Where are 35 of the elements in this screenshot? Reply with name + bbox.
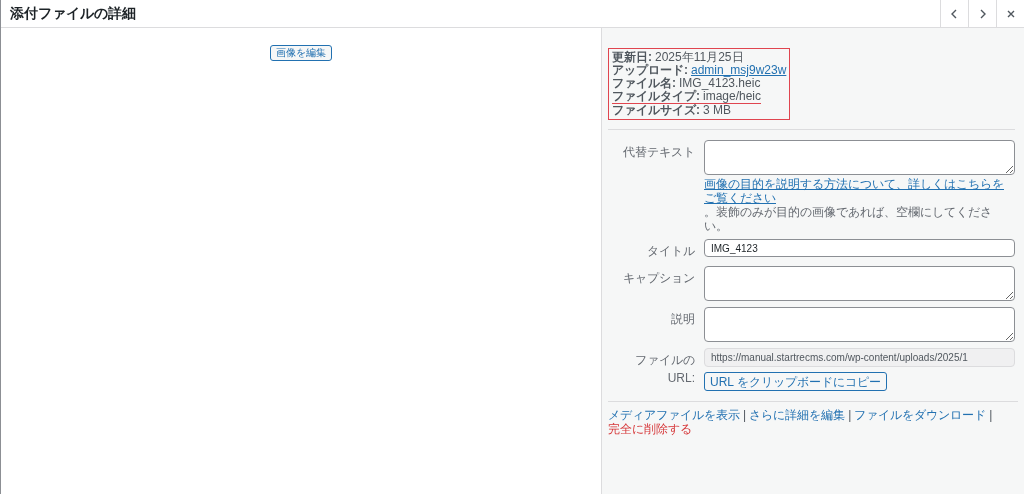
close-icon: [1006, 8, 1015, 19]
text-area[interactable]: [704, 307, 1015, 342]
info-value: 3 MB: [703, 104, 731, 117]
info-value: image/heic: [703, 90, 762, 103]
chevron-left-icon: [950, 8, 959, 19]
separator: |: [743, 408, 747, 422]
url-field[interactable]: https://manual.startrecms.com/wp-content/uploads/2025/1: [704, 348, 1015, 367]
field-label: 代替テキスト: [622, 144, 696, 161]
edit-image-button[interactable]: 画像を編集: [270, 45, 332, 61]
help-text: 。装飾のみが目的の画像であれば、空欄にしてください。: [704, 205, 993, 233]
info-value: IMG_4123.heic: [679, 77, 761, 90]
help-link[interactable]: 画像の目的を説明する方法について、詳しくはこちらをご覧ください: [704, 177, 1015, 205]
modal-title: 添付ファイルの詳細: [9, 4, 137, 23]
action-link[interactable]: さらに詳細を編集: [749, 408, 846, 422]
uploader-link[interactable]: admin_msj9w23w: [691, 64, 787, 77]
info-label: ファイルタイプ:: [612, 90, 700, 103]
field-label: ファイルの URL:: [634, 352, 696, 387]
text-area[interactable]: [704, 266, 1015, 301]
info-label: 更新日:: [612, 51, 652, 64]
text-field[interactable]: IMG_4123: [704, 239, 1015, 257]
action-link[interactable]: ファイルをダウンロード: [854, 408, 987, 422]
info-label: アップロード:: [612, 64, 688, 77]
separator: |: [989, 408, 993, 422]
info-label: ファイル名:: [612, 77, 676, 90]
info-value: 2025年11月25日: [655, 51, 744, 64]
field-label: 説明: [670, 311, 696, 328]
text-area[interactable]: [704, 140, 1015, 175]
chevron-right-icon: [978, 8, 987, 19]
delete-link[interactable]: 完全に削除する: [608, 422, 692, 436]
separator: |: [848, 408, 852, 422]
action-link[interactable]: メディアファイルを表示: [608, 408, 740, 422]
field-label: キャプション: [622, 270, 696, 287]
field-label: タイトル: [646, 243, 696, 260]
copy-url-button[interactable]: URL をクリップボードにコピー: [704, 372, 887, 391]
info-label: ファイルサイズ:: [612, 104, 700, 117]
